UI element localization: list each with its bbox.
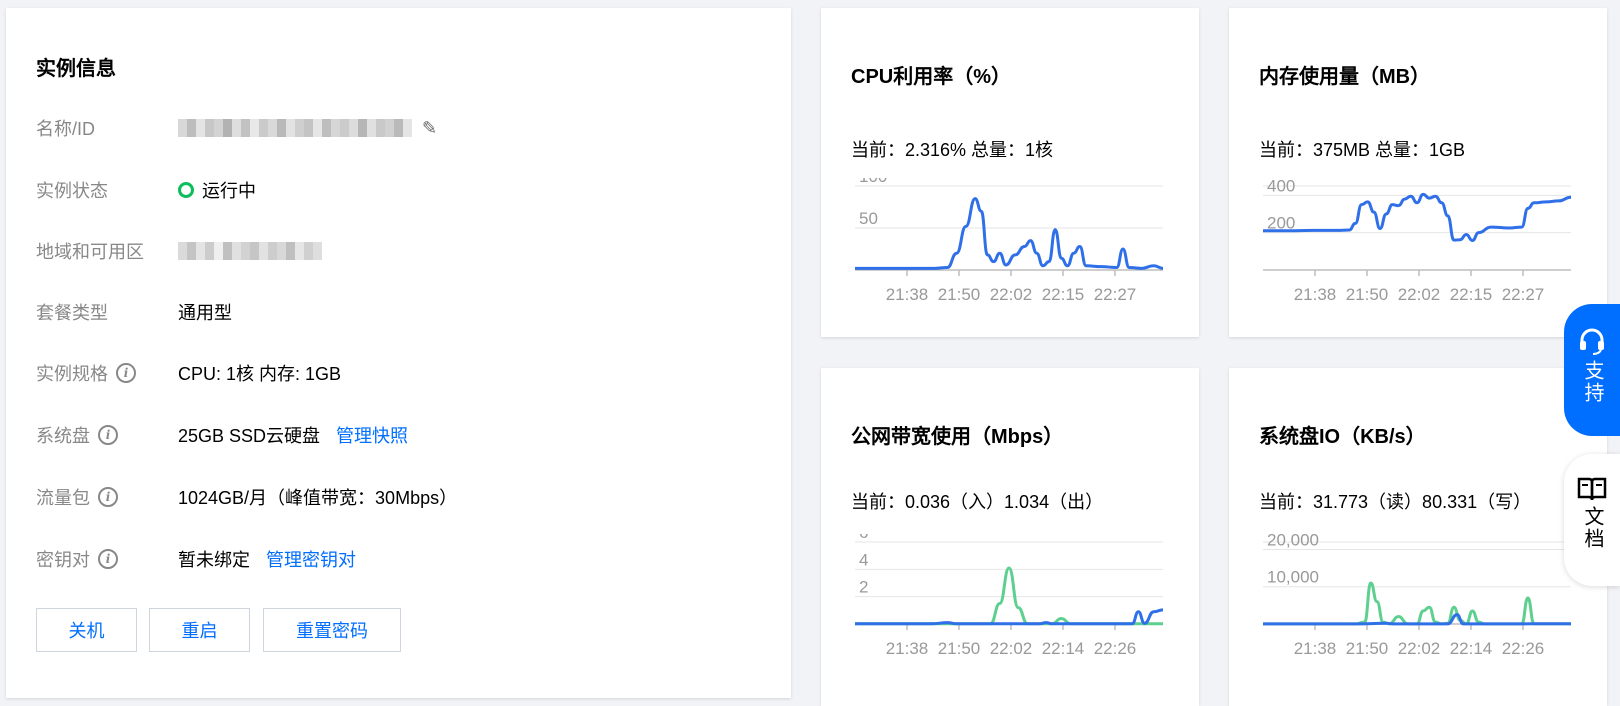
manage-snapshot-link[interactable]: 管理快照 xyxy=(336,422,408,448)
value-key-pair: 暂未绑定 管理密钥对 xyxy=(178,546,356,572)
disk-io-chart: 10,000 20,000 21:38 21:50 22:02 22:14 22:26 xyxy=(1263,534,1572,658)
status-running-icon xyxy=(178,182,194,198)
instance-info-title: 实例信息 xyxy=(36,58,116,80)
info-icon[interactable]: i xyxy=(98,549,118,569)
label-status: 实例状态 xyxy=(36,181,108,201)
y-tick-label: 10,000 xyxy=(1267,568,1319,587)
row-name-id: 名称/ID ✎ xyxy=(36,114,756,142)
memory-chart: 20040021:38 21:50 22:02 22:15 22:27 xyxy=(1262,178,1572,304)
label-region: 地域和可用区 xyxy=(36,242,144,262)
support-label: 支持 xyxy=(1581,360,1603,404)
value-spec: CPU: 1核 内存: 1GB xyxy=(178,364,342,384)
label-name-id: 名称/ID xyxy=(36,119,96,139)
x-tick-label: 21:50 xyxy=(1346,285,1389,304)
series-line-0 xyxy=(854,566,1163,626)
value-traffic: 1024GB/月（峰值带宽：30Mbps） xyxy=(178,488,458,508)
restart-button[interactable]: 重启 xyxy=(149,608,250,652)
value-plan-type: 通用型 xyxy=(178,303,232,323)
memory-chart-card: 内存使用量（MB） 当前：375MB 总量：1GB 200 400 21:38 21:… xyxy=(1229,8,1607,337)
x-tick-label: 22:15 xyxy=(1042,285,1085,304)
bandwidth-chart-summary: 当前：0.036（入）1.034（出） xyxy=(851,492,1104,512)
x-tick-label: 21:38 xyxy=(1294,285,1337,304)
row-traffic: 流量包 i 1024GB/月（峰值带宽：30Mbps） xyxy=(36,483,756,511)
redacted-name-id xyxy=(178,119,412,137)
y-tick-label: 6 xyxy=(859,534,868,542)
row-spec: 实例规格 i CPU: 1核 内存: 1GB xyxy=(36,359,756,387)
disk-io-chart-title: 系统盘IO（KB/s） xyxy=(1259,426,1426,448)
manage-key-pair-link[interactable]: 管理密钥对 xyxy=(266,546,356,572)
x-tick-label: 22:02 xyxy=(990,285,1033,304)
row-region: 地域和可用区 xyxy=(36,237,756,265)
bandwidth-chart: 2 4 6 21:38 21:50 22:02 22:14 22:26 xyxy=(854,534,1164,658)
value-system-disk: 25GB SSD云硬盘 管理快照 xyxy=(178,422,408,448)
docs-label: 文档 xyxy=(1581,506,1603,550)
x-tick-label: 22:27 xyxy=(1502,285,1545,304)
docs-button[interactable]: 文档 xyxy=(1564,454,1620,586)
y-tick-label: 20,000 xyxy=(1267,534,1319,549)
disk-io-chart-card: 系统盘IO（KB/s） 当前：31.773（读）80.331（写） 10,000… xyxy=(1229,368,1607,706)
series-line-0 xyxy=(1262,192,1572,243)
x-tick-label: 22:02 xyxy=(1398,639,1441,658)
headset-icon xyxy=(1580,328,1604,355)
x-tick-label: 22:14 xyxy=(1450,639,1493,658)
x-tick-label: 21:38 xyxy=(886,285,929,304)
info-icon[interactable]: i xyxy=(116,363,136,383)
info-icon[interactable]: i xyxy=(98,487,118,507)
x-tick-label: 21:50 xyxy=(1346,639,1389,658)
shutdown-button[interactable]: 关机 xyxy=(36,608,137,652)
x-tick-label: 21:38 xyxy=(886,639,929,658)
y-tick-label: 100 xyxy=(859,178,887,186)
x-tick-label: 22:26 xyxy=(1094,639,1137,658)
cpu-chart-summary: 当前：2.316% 总量：1核 xyxy=(851,140,1054,160)
x-tick-label: 21:50 xyxy=(938,639,981,658)
series-line-0 xyxy=(855,197,1164,270)
x-tick-label: 21:38 xyxy=(1294,639,1337,658)
cpu-chart-card: CPU利用率（%） 当前：2.316% 总量：1核 50 100 21:38 21:5… xyxy=(821,8,1199,337)
x-tick-label: 22:27 xyxy=(1094,285,1137,304)
x-tick-label: 22:26 xyxy=(1502,639,1545,658)
status-text: 运行中 xyxy=(202,181,256,201)
label-key-pair: 密钥对 i xyxy=(36,546,178,572)
x-tick-label: 21:50 xyxy=(938,285,981,304)
y-tick-label: 4 xyxy=(859,550,868,569)
x-tick-label: 22:14 xyxy=(1042,639,1085,658)
value-region xyxy=(178,242,322,260)
memory-chart-title: 内存使用量（MB） xyxy=(1259,66,1431,88)
label-plan-type: 套餐类型 xyxy=(36,303,108,323)
instance-info-card: 实例信息 名称/ID ✎ 实例状态 运行中 地域和可用区 套餐类型 通用型 实例… xyxy=(6,8,791,698)
reset-password-button[interactable]: 重置密码 xyxy=(263,608,401,652)
x-tick-label: 22:15 xyxy=(1450,285,1493,304)
value-name-id: ✎ xyxy=(178,118,437,139)
info-icon[interactable]: i xyxy=(98,425,118,445)
bandwidth-chart-title: 公网带宽使用（Mbps） xyxy=(851,426,1064,448)
label-traffic: 流量包 i xyxy=(36,484,178,510)
row-status: 实例状态 运行中 xyxy=(36,176,756,204)
label-spec: 实例规格 i xyxy=(36,360,178,386)
disk-io-chart-summary: 当前：31.773（读）80.331（写） xyxy=(1259,492,1532,512)
label-system-disk: 系统盘 i xyxy=(36,422,178,448)
book-icon xyxy=(1577,477,1607,501)
redacted-region xyxy=(178,242,322,260)
row-plan-type: 套餐类型 通用型 xyxy=(36,298,756,326)
cpu-chart-title: CPU利用率（%） xyxy=(851,66,1012,88)
value-status: 运行中 xyxy=(178,177,256,203)
edit-icon[interactable]: ✎ xyxy=(422,118,437,139)
series-line-0 xyxy=(1263,581,1571,626)
y-tick-label: 400 xyxy=(1267,178,1295,195)
series-line-1 xyxy=(854,608,1164,626)
y-tick-label: 50 xyxy=(859,209,878,228)
row-key-pair: 密钥对 i 暂未绑定 管理密钥对 xyxy=(36,545,756,573)
row-system-disk: 系统盘 i 25GB SSD云硬盘 管理快照 xyxy=(36,421,756,449)
x-tick-label: 22:02 xyxy=(990,639,1033,658)
x-tick-label: 22:02 xyxy=(1398,285,1441,304)
y-tick-label: 2 xyxy=(859,578,868,597)
support-button[interactable]: 支持 xyxy=(1564,304,1620,436)
cpu-chart: 50 100 21:38 21:50 22:02 22:15 22:27 xyxy=(855,178,1164,304)
bandwidth-chart-card: 公网带宽使用（Mbps） 当前：0.036（入）1.034（出） 2 4 6 21:3… xyxy=(821,368,1199,706)
memory-chart-summary: 当前：375MB 总量：1GB xyxy=(1259,140,1466,160)
